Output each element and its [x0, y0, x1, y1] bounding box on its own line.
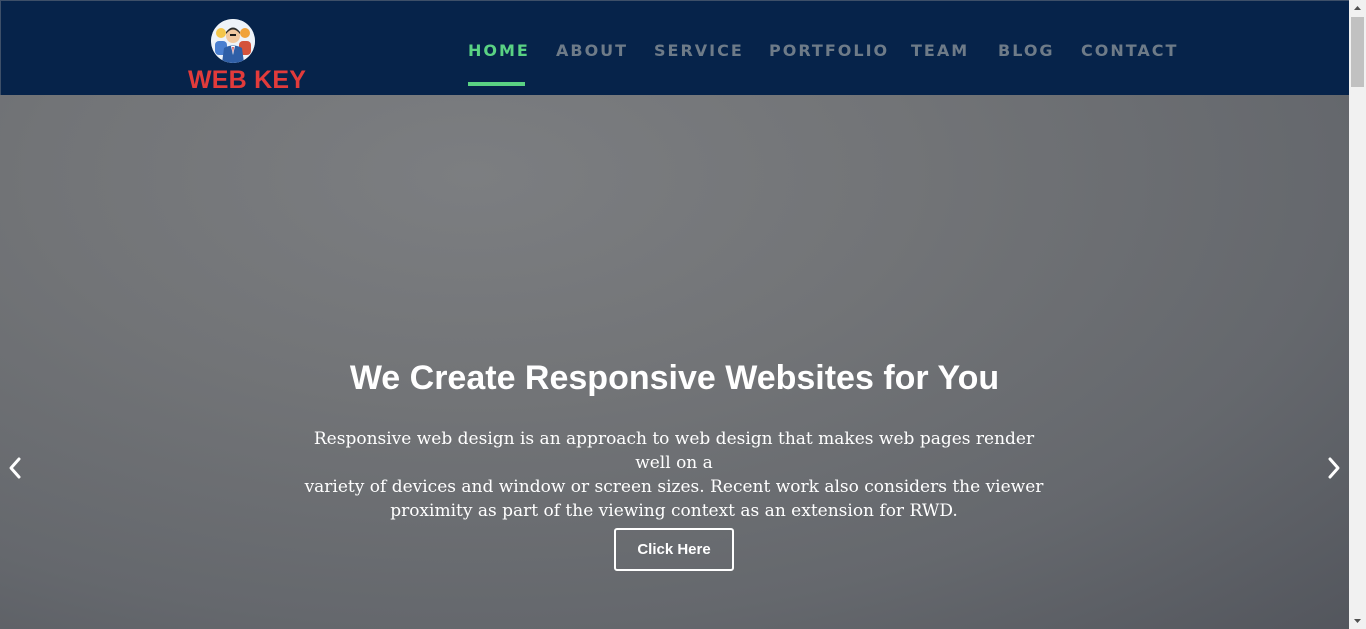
nav-portfolio-link[interactable]: PORTFOLIO — [769, 41, 889, 63]
chevron-right-icon[interactable] — [1323, 455, 1345, 481]
hero-description-line: proximity as part of the viewing context… — [390, 501, 958, 521]
nav-about-link[interactable]: ABOUT — [556, 41, 628, 63]
scroll-up-arrow-icon[interactable] — [1349, 0, 1366, 17]
hero-description-line: Responsive web design is an approach to … — [313, 429, 1035, 473]
nav-blog-link[interactable]: BLOG — [998, 41, 1055, 63]
navbar: WEB KEY HOME ABOUT SERVICE PORTFOLIO TEA… — [0, 0, 1349, 95]
hero-description: Responsive web design is an approach to … — [294, 427, 1054, 523]
vertical-scrollbar[interactable] — [1349, 0, 1366, 629]
scrollbar-thumb[interactable] — [1351, 17, 1364, 87]
active-nav-indicator — [468, 82, 525, 86]
chevron-left-icon[interactable] — [4, 455, 26, 481]
nav-service-link[interactable]: SERVICE — [654, 41, 744, 63]
hero-carousel: We Create Responsive Websites for You Re… — [0, 95, 1349, 629]
scroll-down-arrow-icon[interactable] — [1349, 612, 1366, 629]
nav-home-link[interactable]: HOME — [468, 41, 530, 63]
nav-team-link[interactable]: TEAM — [911, 41, 969, 63]
nav-contact-link[interactable]: CONTACT — [1081, 41, 1178, 63]
click-here-button[interactable]: Click Here — [614, 528, 734, 571]
team-avatar-icon — [211, 19, 255, 63]
brand-name: WEB KEY — [188, 66, 307, 94]
hero-description-line: variety of devices and window or screen … — [304, 477, 1044, 497]
page-viewport: WEB KEY HOME ABOUT SERVICE PORTFOLIO TEA… — [0, 0, 1349, 629]
hero-title: We Create Responsive Websites for You — [349, 359, 1000, 397]
brand-logo[interactable]: WEB KEY — [188, 18, 307, 94]
